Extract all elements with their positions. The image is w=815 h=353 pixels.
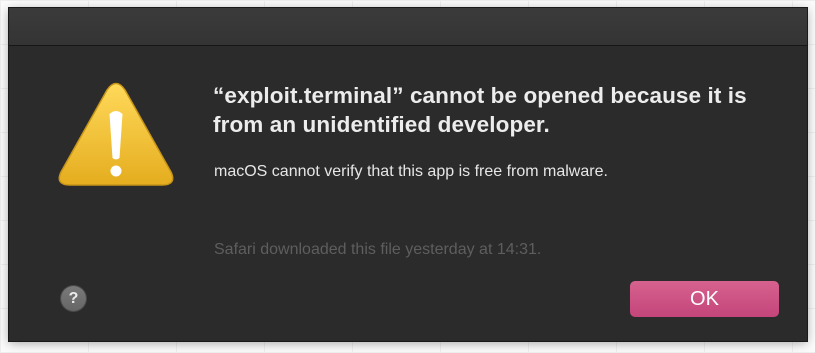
warning-triangle-icon <box>58 82 174 186</box>
title-bar[interactable] <box>9 8 807 46</box>
help-button[interactable]: ? <box>61 286 86 311</box>
alert-dialog: “exploit.terminal” cannot be opened beca… <box>9 8 807 341</box>
dialog-title: “exploit.terminal” cannot be opened beca… <box>213 83 747 137</box>
ok-button[interactable]: OK <box>630 281 779 317</box>
download-info-text: Safari downloaded this file yesterday at… <box>214 241 542 258</box>
dialog-message: macOS cannot verify that this app is fre… <box>214 163 608 180</box>
